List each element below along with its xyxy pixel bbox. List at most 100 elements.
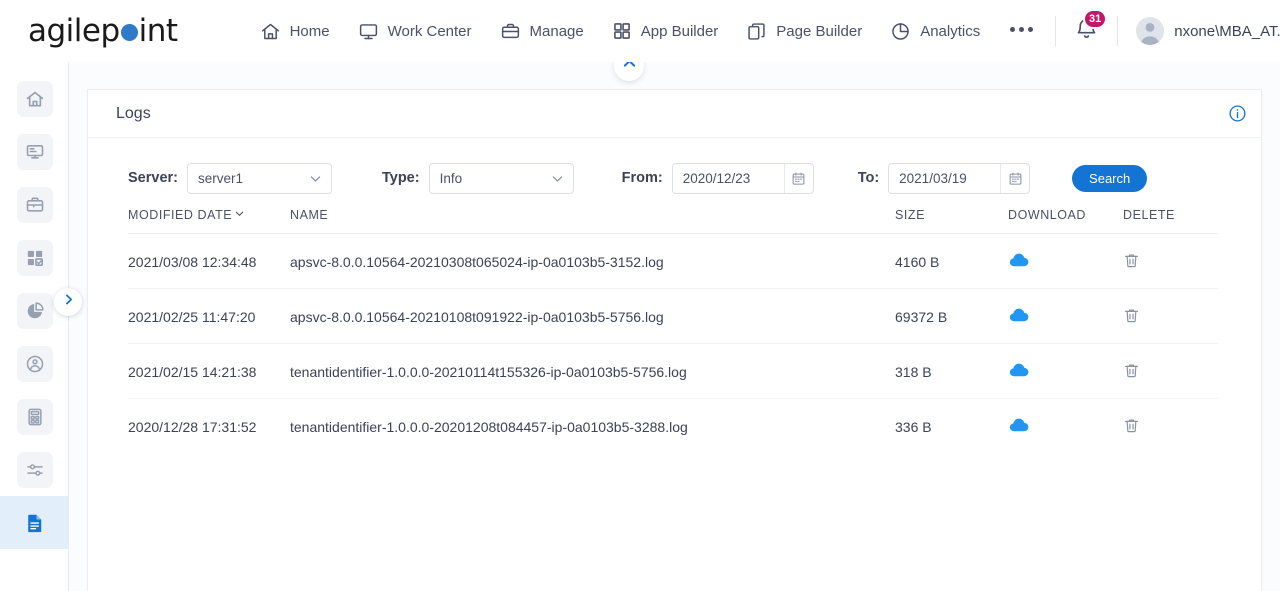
search-button[interactable]: Search — [1072, 164, 1148, 192]
from-date-field[interactable]: 2020/12/23 — [671, 162, 814, 194]
user-menu[interactable]: nxone\MBA_AT... — [1124, 11, 1280, 51]
table-header-row: MODIFIED DATE NAME SIZE DOWNLOAD DELETE — [128, 208, 1218, 234]
nav-item-page-builder[interactable]: Page Builder — [732, 15, 876, 48]
cell-size: 336 B — [895, 418, 932, 435]
cell-delete — [1123, 288, 1218, 344]
avatar — [1136, 17, 1165, 45]
primary-nav-items: Home Work Center Manage App Builder Page… — [246, 15, 1050, 48]
column-header-delete: DELETE — [1123, 208, 1218, 234]
info-icon[interactable] — [1228, 104, 1247, 123]
nav-item-app-builder[interactable]: App Builder — [598, 15, 733, 47]
briefcase-icon — [16, 186, 53, 223]
notification-count-badge: 31 — [1082, 9, 1108, 29]
pie-chart-icon — [16, 292, 53, 329]
sidebar-expand-button[interactable] — [54, 288, 82, 316]
trash-icon[interactable] — [1123, 252, 1140, 269]
home-icon — [260, 21, 281, 42]
sidebar-item-home[interactable] — [0, 72, 69, 125]
cell-download — [1008, 288, 1123, 344]
cell-download — [1008, 233, 1123, 289]
server-select[interactable]: server1 — [186, 162, 332, 194]
cell-download — [1008, 399, 1123, 454]
cloud-download-icon[interactable] — [1008, 304, 1030, 326]
card-header: Logs — [88, 90, 1261, 138]
calendar-icon[interactable] — [783, 163, 813, 193]
cell-delete — [1123, 343, 1218, 399]
cell-modified-date: 2021/02/25 11:47:20 — [128, 288, 290, 344]
nav-divider — [1055, 16, 1057, 46]
bell-icon — [1074, 18, 1099, 45]
table-header: MODIFIED DATE NAME SIZE DOWNLOAD DELETE — [128, 208, 1218, 234]
logo-text-part1: agilep — [28, 13, 120, 49]
chevron-right-icon — [62, 293, 75, 311]
cell-modified-date: 2021/02/15 14:21:38 — [128, 343, 290, 399]
grid-icon — [612, 21, 632, 41]
cell-name: apsvc-8.0.0.10564-20210308t065024-ip-0a0… — [290, 233, 895, 289]
nav-label-manage: Manage — [529, 22, 584, 40]
chevron-down-icon — [550, 171, 565, 186]
logo-text-part2: int — [138, 13, 178, 49]
sidebar-item-settings[interactable] — [0, 443, 69, 496]
from-label: From: — [621, 170, 663, 186]
nav-item-work-center[interactable]: Work Center — [344, 15, 486, 48]
more-options-button[interactable] — [994, 21, 1049, 42]
sidebar-item-users[interactable] — [0, 337, 69, 390]
agilepoint-logo[interactable]: agilep int — [28, 13, 178, 49]
home-icon — [16, 80, 53, 117]
nav-label-home: Home — [289, 22, 330, 40]
trash-icon[interactable] — [1123, 417, 1140, 434]
trash-icon[interactable] — [1123, 362, 1140, 379]
document-icon — [17, 505, 53, 541]
to-label: To: — [857, 170, 880, 186]
column-header-size[interactable]: SIZE — [895, 208, 1008, 234]
monitor-icon — [358, 21, 379, 42]
dot-1 — [1010, 26, 1016, 32]
calendar-icon[interactable] — [1000, 163, 1029, 193]
sidebar-item-logs[interactable] — [0, 496, 69, 549]
type-select[interactable]: Info — [428, 162, 574, 194]
sidebar-item-manage[interactable] — [0, 178, 69, 231]
column-header-name[interactable]: NAME — [290, 208, 895, 234]
notifications-button[interactable]: 31 — [1062, 9, 1111, 52]
cloud-download-icon[interactable] — [1008, 359, 1030, 381]
cell-name: tenantidentifier-1.0.0.0-20210114t155326… — [290, 343, 895, 399]
nav-item-manage[interactable]: Manage — [486, 15, 598, 48]
cell-delete — [1123, 233, 1218, 289]
nav-right-group: 31 nxone\MBA_AT... — [1049, 0, 1280, 62]
table-row[interactable]: 2020/12/28 17:31:52 tenantidentifier-1.0… — [128, 399, 1218, 454]
sidebar-item-work-center[interactable] — [0, 125, 69, 178]
cloud-download-icon[interactable] — [1008, 249, 1030, 271]
column-header-modified-date[interactable]: MODIFIED DATE — [128, 208, 290, 234]
logs-table: MODIFIED DATE NAME SIZE DOWNLOAD DELETE … — [128, 208, 1218, 453]
server-select-value: server1 — [197, 170, 243, 186]
nav-item-analytics[interactable]: Analytics — [876, 15, 994, 48]
to-date-value: 2021/03/19 — [899, 170, 967, 186]
column-label-modified-date: MODIFIED DATE — [128, 208, 233, 222]
user-name-label: nxone\MBA_AT... — [1174, 22, 1280, 40]
sidebar-item-calculator[interactable] — [0, 390, 69, 443]
table-row[interactable]: 2021/02/25 11:47:20 apsvc-8.0.0.10564-20… — [128, 288, 1218, 344]
page-content-area: Logs Server: server1 Type: Info From: 20… — [69, 51, 1280, 591]
logo-dot-icon — [120, 24, 138, 41]
calculator-icon — [16, 398, 53, 435]
table-row[interactable]: 2021/02/15 14:21:38 tenantidentifier-1.0… — [128, 343, 1218, 399]
briefcase-icon — [500, 21, 521, 42]
nav-item-home[interactable]: Home — [246, 15, 344, 48]
type-label: Type: — [381, 170, 420, 186]
filter-bar: Server: server1 Type: Info From: 2020/12… — [88, 138, 1261, 202]
nav-label-page-builder: Page Builder — [776, 22, 863, 40]
chevron-down-icon — [308, 171, 323, 186]
cell-name: apsvc-8.0.0.10564-20210108t091922-ip-0a0… — [290, 288, 895, 344]
cell-size: 318 B — [895, 343, 1008, 399]
top-navigation-bar: agilep int Home Work Center Manage App B… — [0, 0, 1280, 62]
dot-2 — [1019, 26, 1025, 32]
cell-size: 69372 B — [895, 288, 1008, 344]
cloud-download-icon[interactable] — [1008, 414, 1030, 436]
table-row[interactable]: 2021/03/08 12:34:48 apsvc-8.0.0.10564-20… — [128, 233, 1218, 289]
cell-size: 4160 B — [895, 233, 1008, 289]
from-date-value: 2020/12/23 — [682, 170, 751, 186]
sidebar-item-app-builder[interactable] — [0, 231, 69, 284]
nav-label-analytics: Analytics — [920, 22, 981, 40]
to-date-field[interactable]: 2021/03/19 — [888, 162, 1031, 194]
trash-icon[interactable] — [1123, 307, 1140, 324]
